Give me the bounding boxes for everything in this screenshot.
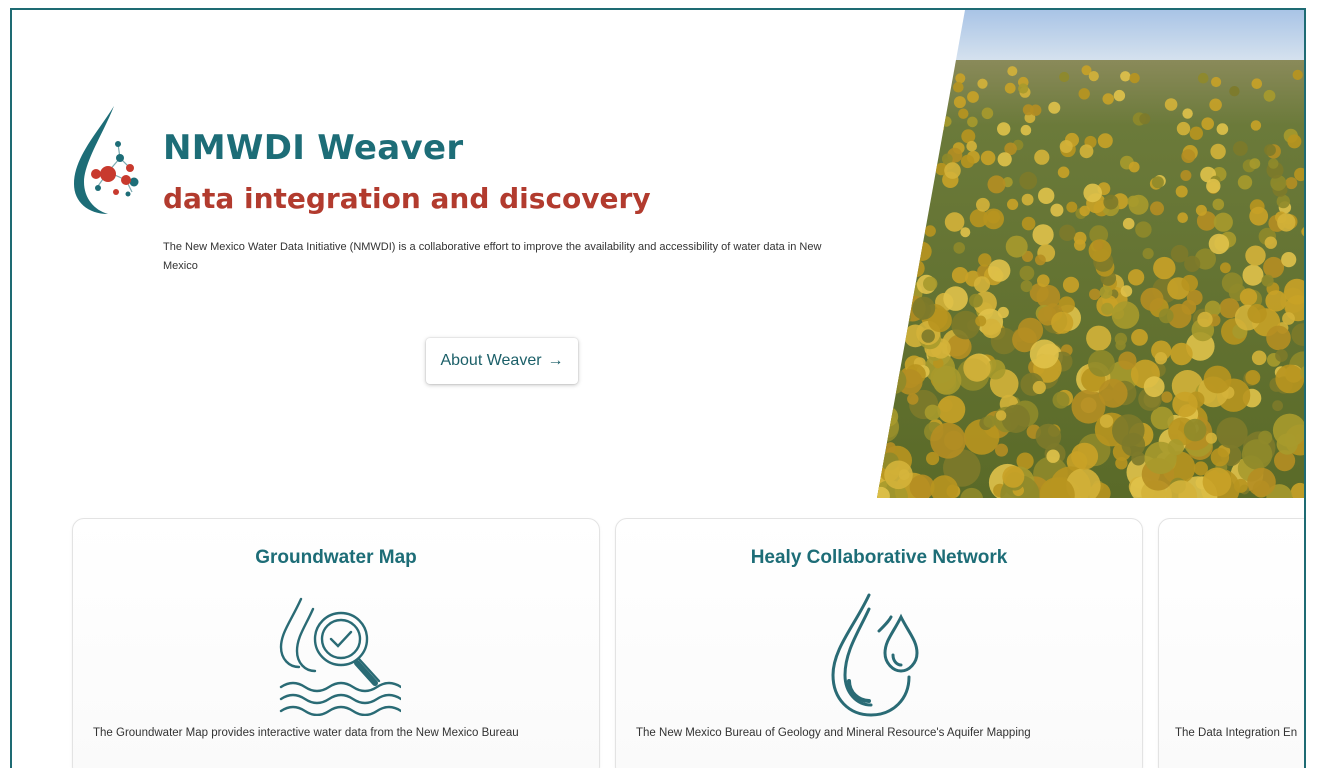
water-drops-magnifier-icon: [271, 591, 403, 721]
arrow-right-icon: →: [547, 352, 564, 369]
water-drops-icon: [819, 591, 939, 726]
card-description: The Groundwater Map provides interactive…: [93, 727, 519, 739]
page-title: NMWDI Weaver: [163, 128, 464, 168]
about-weaver-label: About Weaver: [440, 352, 542, 369]
hero-landscape-photo: [877, 10, 1304, 498]
card-title: Healy Collaborative Network: [750, 547, 1008, 568]
nmwdi-logo-icon: [74, 106, 139, 214]
page-subtitle: data integration and discovery: [163, 182, 651, 215]
hero-description: The New Mexico Water Data Initiative (NM…: [163, 241, 822, 272]
card-groundwater-map[interactable]: Groundwater Map The Groundwater Map prov…: [72, 518, 600, 768]
card-title: Groundwater Map: [255, 547, 417, 568]
card-healy-collaborative-network[interactable]: Healy Collaborative Network The New Mexi…: [615, 518, 1143, 768]
card-description: The New Mexico Bureau of Geology and Min…: [636, 727, 1031, 739]
card-data-integration[interactable]: The Data Integration En: [1158, 518, 1304, 768]
card-description: The Data Integration En: [1175, 727, 1298, 739]
page-frame: NMWDI Weaver data integration and discov…: [10, 8, 1306, 768]
about-weaver-button[interactable]: About Weaver →: [426, 338, 578, 384]
